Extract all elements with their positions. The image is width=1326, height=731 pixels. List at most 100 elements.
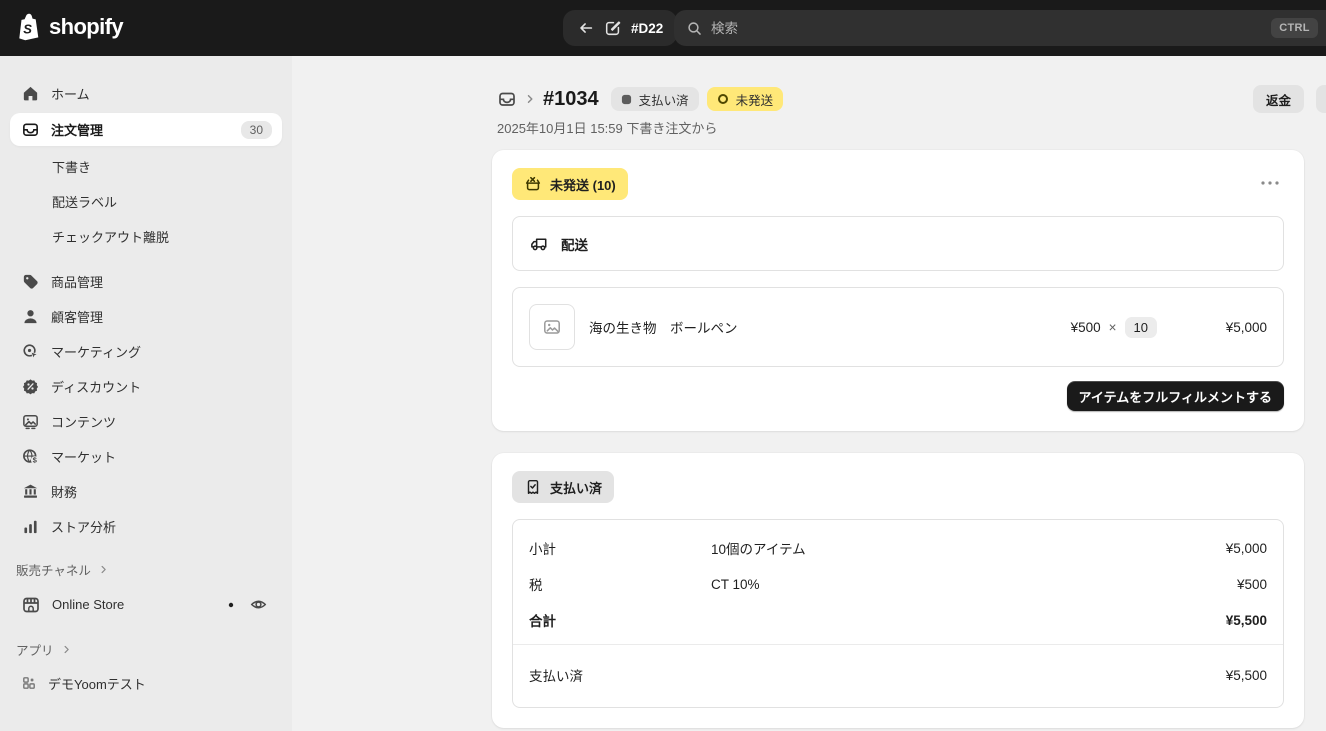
fulfillment-status-badge: 未発送	[707, 87, 784, 111]
quantity-pill: 10	[1125, 317, 1157, 338]
fulfillment-actions: アイテムをフルフィルメントする	[512, 381, 1284, 411]
fulfillment-status-label: 未発送	[736, 90, 774, 109]
content-icon	[21, 412, 40, 431]
truck-icon	[529, 233, 550, 254]
refund-button[interactable]: 返金	[1253, 85, 1304, 113]
sidebar-item-label: ストア分析	[51, 517, 116, 536]
page-header: #1034 支払い済 未発送 返金	[492, 86, 1304, 112]
product-name-link[interactable]: 海の生き物 ボールペン	[589, 317, 738, 337]
sidebar-item-label: 注文管理	[51, 120, 103, 139]
total-row: 合計 ¥5,500	[529, 602, 1267, 638]
payment-card-header: 支払い済	[512, 471, 1284, 503]
sidebar-item-home[interactable]: ホーム	[10, 78, 282, 108]
sidebar-item-label: 配送ラベル	[52, 192, 117, 211]
analytics-icon	[21, 517, 40, 536]
sidebar-item-label: 下書き	[52, 157, 91, 176]
sidebar-item-online-store[interactable]: Online Store	[10, 588, 282, 621]
unfulfilled-status-label: 未発送 (10)	[550, 175, 616, 194]
global-search[interactable]: CTRL K	[674, 10, 1326, 46]
multiply-sign: ×	[1109, 320, 1117, 335]
subtotal-amount: ¥5,000	[1226, 541, 1267, 556]
draft-order-button[interactable]: #D22	[563, 10, 677, 46]
sidebar-item-discounts[interactable]: ディスカウント	[10, 371, 282, 401]
status-dot-icon	[228, 602, 234, 608]
subtotal-label: 小計	[529, 538, 711, 558]
payment-card: 支払い済 小計 10個のアイテム ¥5,000 税 CT 10% ¥500 合計	[492, 453, 1304, 728]
card-more-button[interactable]	[1256, 168, 1284, 198]
sidebar-item-label: 財務	[51, 482, 77, 501]
unfulfilled-status-pill: 未発送 (10)	[512, 168, 628, 200]
products-icon	[21, 272, 40, 291]
finance-icon	[21, 482, 40, 501]
sidebar-item-orders[interactable]: 注文管理 30	[10, 113, 282, 146]
sidebar-item-label: ホーム	[51, 84, 90, 103]
totals-divider	[513, 644, 1283, 645]
sidebar-item-finance[interactable]: 財務	[10, 476, 282, 506]
sidebar-item-label: デモYoomテスト	[48, 674, 146, 693]
delivery-method-label: 配送	[561, 234, 588, 254]
orders-breadcrumb-icon[interactable]	[497, 89, 517, 109]
line-item-total: ¥5,000	[1157, 320, 1267, 335]
sidebar-item-drafts[interactable]: 下書き	[10, 151, 282, 181]
sales-channels-label: 販売チャネル	[16, 560, 91, 579]
paid-status-pill: 支払い済	[512, 471, 614, 503]
sidebar-group-gap	[0, 256, 292, 266]
home-icon	[21, 84, 40, 103]
order-page: #1034 支払い済 未発送 返金 2025年10月1日 15:59 下書き注文…	[492, 56, 1304, 728]
draft-order-label: #D22	[631, 21, 663, 36]
fulfill-items-button[interactable]: アイテムをフルフィルメントする	[1067, 381, 1284, 411]
apps-header[interactable]: アプリ	[10, 636, 282, 662]
preview-eye-icon[interactable]	[249, 595, 268, 614]
chevron-right-icon	[98, 564, 109, 575]
sidebar-item-label: 顧客管理	[51, 307, 103, 326]
header-actions: 返金	[1253, 85, 1304, 113]
unit-price: ¥500	[1071, 320, 1101, 335]
search-input[interactable]	[711, 21, 1263, 36]
subtotal-row: 小計 10個のアイテム ¥5,000	[529, 530, 1267, 566]
compose-draft-icon	[604, 19, 622, 37]
sidebar-item-products[interactable]: 商品管理	[10, 266, 282, 296]
unfulfilled-marker-icon	[717, 93, 729, 105]
chevron-right-icon	[61, 644, 72, 655]
tax-detail: CT 10%	[711, 577, 1237, 592]
search-icon	[686, 20, 703, 37]
customers-icon	[21, 307, 40, 326]
sidebar-item-customers[interactable]: 顧客管理	[10, 301, 282, 331]
sidebar-item-label: ディスカウント	[51, 377, 141, 396]
total-amount: ¥5,500	[1226, 613, 1267, 628]
sales-channels-header[interactable]: 販売チャネル	[10, 556, 282, 582]
sidebar-item-markets[interactable]: $ マーケット	[10, 441, 282, 471]
more-header-action-button[interactable]	[1316, 85, 1326, 113]
payment-status-badge: 支払い済	[611, 87, 699, 111]
subtotal-detail: 10個のアイテム	[711, 538, 1226, 558]
sidebar-item-app-demo-yoom[interactable]: デモYoomテスト	[10, 668, 282, 698]
paid-amount: ¥5,500	[1226, 668, 1267, 683]
shopify-bag-icon: S	[16, 13, 42, 41]
sidebar-item-marketing[interactable]: マーケティング	[10, 336, 282, 366]
order-subtitle: 2025年10月1日 15:59 下書き注文から	[492, 118, 1304, 136]
sidebar-item-analytics[interactable]: ストア分析	[10, 511, 282, 541]
order-number-title: #1034	[543, 88, 599, 111]
line-item-pricing: ¥500 × 10 ¥5,000	[1071, 317, 1267, 338]
receipt-check-icon	[524, 478, 542, 496]
sidebar-item-label: マーケティング	[51, 342, 141, 361]
sidebar-item-label: マーケット	[51, 447, 116, 466]
paid-status-label: 支払い済	[550, 478, 602, 497]
total-label: 合計	[529, 610, 711, 630]
product-thumbnail	[529, 304, 575, 350]
back-arrow-icon	[577, 19, 595, 37]
shopify-logo[interactable]: S shopify	[16, 13, 123, 41]
tax-amount: ¥500	[1237, 577, 1267, 592]
unfulfilled-box-icon	[524, 175, 542, 193]
sidebar-item-abandoned-checkouts[interactable]: チェックアウト離脱	[10, 221, 282, 251]
line-item-row: 海の生き物 ボールペン ¥500 × 10 ¥5,000	[512, 287, 1284, 367]
discounts-icon	[21, 377, 40, 396]
storefront-icon	[21, 595, 41, 615]
markets-icon: $	[21, 447, 40, 466]
orders-icon	[21, 120, 40, 139]
paid-marker-icon	[621, 94, 632, 105]
sidebar-item-content[interactable]: コンテンツ	[10, 406, 282, 436]
sidebar-item-shipping-labels[interactable]: 配送ラベル	[10, 186, 282, 216]
payment-status-label: 支払い済	[639, 90, 689, 109]
tax-row: 税 CT 10% ¥500	[529, 566, 1267, 602]
